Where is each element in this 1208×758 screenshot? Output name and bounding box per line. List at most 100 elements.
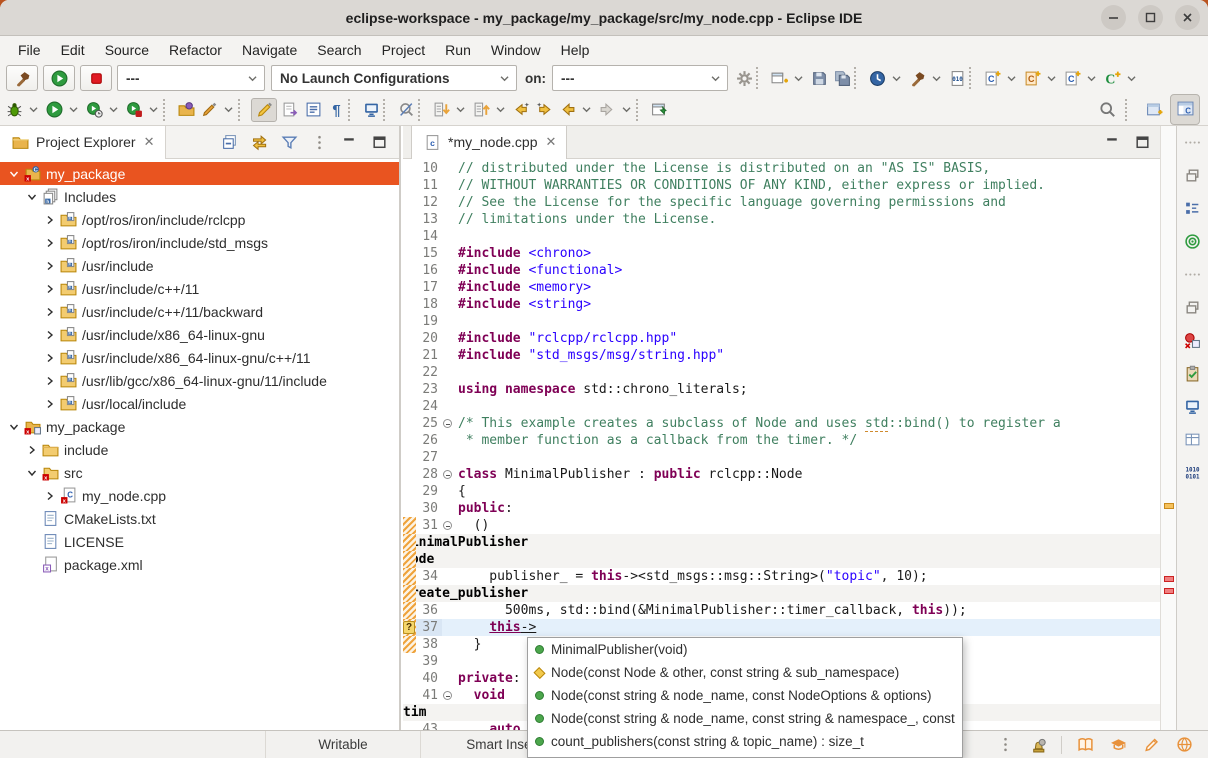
chevron-collapsed-icon[interactable] [42, 215, 58, 225]
code-line-28[interactable]: 28class MinimalPublisher : public rclcpp… [403, 466, 1160, 483]
error-marker[interactable] [1164, 588, 1174, 594]
mark-occurrences-icon[interactable] [199, 100, 219, 120]
problems-view-icon[interactable] [1183, 330, 1203, 350]
search-icon[interactable] [1097, 100, 1117, 120]
forward-icon[interactable] [597, 100, 617, 120]
titlebar[interactable]: eclipse-workspace - my_package/my_packag… [0, 0, 1208, 36]
chevron-collapsed-icon[interactable] [42, 353, 58, 363]
menu-project[interactable]: Project [372, 40, 436, 60]
chevron-down-icon[interactable] [107, 100, 121, 120]
chevron-down-icon[interactable] [494, 100, 508, 120]
project-tree[interactable]: Cxmy_packagehIncludesh/opt/ros/iron/incl… [0, 160, 399, 730]
chevron-collapsed-icon[interactable] [42, 491, 58, 501]
chevron-expanded-icon[interactable] [24, 192, 40, 202]
chevron-expanded-icon[interactable] [6, 422, 22, 432]
samples-hand-icon[interactable] [1028, 735, 1048, 755]
tree-item--usr-include[interactable]: h/usr/include [0, 254, 399, 277]
launch-target-combo[interactable]: --- [552, 65, 728, 91]
tree-item-include[interactable]: include [0, 438, 399, 461]
code-line-27[interactable]: 27 [403, 449, 1160, 466]
restore-pane-icon[interactable] [1183, 297, 1203, 317]
code-line-10[interactable]: 10// distributed under the License is di… [403, 160, 1160, 177]
menu-search[interactable]: Search [307, 40, 371, 60]
link-editor-icon[interactable] [249, 132, 269, 152]
code-line-15[interactable]: 15#include <chrono> [403, 245, 1160, 262]
launch-config-combo[interactable]: No Launch Configurations [271, 65, 517, 91]
maximize-icon[interactable] [1132, 132, 1152, 152]
new-cpp-class-icon[interactable]: C [1022, 68, 1042, 88]
completion-item[interactable]: count_subscribers(const string & topic_n… [528, 753, 962, 758]
completion-item[interactable]: Node(const Node & other, const string & … [528, 661, 962, 684]
stop-button[interactable] [80, 65, 112, 91]
menu-run[interactable]: Run [435, 40, 481, 60]
close-icon[interactable]: ✕ [142, 134, 155, 150]
code-line-14[interactable]: 14 [403, 228, 1160, 245]
docs-book-icon[interactable] [1075, 735, 1095, 755]
cpp-perspective-button[interactable]: C [1170, 94, 1200, 125]
code-line-22[interactable]: 22 [403, 364, 1160, 381]
code-line-24[interactable]: 24 [403, 398, 1160, 415]
chevron-down-icon[interactable] [890, 68, 904, 88]
format-icon[interactable] [303, 100, 323, 120]
prev-annotation-icon[interactable] [471, 100, 491, 120]
code-line-16[interactable]: 16#include <functional> [403, 262, 1160, 279]
code-line-30[interactable]: 30public: [403, 500, 1160, 517]
editor-tab-my-node[interactable]: c *my_node.cpp ✕ [411, 126, 567, 159]
show-whitespace-icon[interactable]: ¶ [326, 100, 346, 120]
fold-collapse-icon[interactable] [442, 466, 454, 483]
tree-item--opt-ros-iron-include-rclcpp[interactable]: h/opt/ros/iron/include/rclcpp [0, 208, 399, 231]
warning-marker[interactable] [1164, 503, 1174, 509]
chevron-down-icon[interactable] [1005, 68, 1019, 88]
search-decoration-icon[interactable] [396, 100, 416, 120]
tutorials-cap-icon[interactable] [1108, 735, 1128, 755]
code-line-36[interactable]: 36 500ms, std::bind(&MinimalPublisher::t… [403, 602, 1160, 619]
chevron-down-icon[interactable] [580, 100, 594, 120]
menu-refactor[interactable]: Refactor [159, 40, 232, 60]
close-window-button[interactable] [1175, 5, 1200, 30]
next-edit-location-icon[interactable] [534, 100, 554, 120]
drag-handle-icon[interactable] [1183, 264, 1203, 284]
run-button[interactable] [43, 65, 75, 91]
overview-ruler[interactable] [1160, 126, 1176, 730]
menu-file[interactable]: File [8, 40, 51, 60]
chevron-expanded-icon[interactable] [6, 169, 22, 179]
drag-handle-icon[interactable] [1183, 132, 1203, 152]
tree-item--usr-include-c-11[interactable]: h/usr/include/c++/11 [0, 277, 399, 300]
filter-icon[interactable] [279, 132, 299, 152]
outline-view-icon[interactable] [1183, 198, 1203, 218]
pin-editor-icon[interactable] [649, 100, 669, 120]
new-cpp-project-icon[interactable]: C [1102, 68, 1122, 88]
chevron-down-icon[interactable] [620, 100, 634, 120]
code-line-18[interactable]: 18#include <string> [403, 296, 1160, 313]
open-perspective-icon[interactable] [1144, 100, 1164, 120]
tree-item--usr-include-x86-64-linux-gnu[interactable]: h/usr/include/x86_64-linux-gnu [0, 323, 399, 346]
maximize-icon[interactable] [369, 132, 389, 152]
chevron-collapsed-icon[interactable] [42, 376, 58, 386]
chevron-down-icon[interactable] [1125, 68, 1139, 88]
chevron-down-icon[interactable] [1045, 68, 1059, 88]
tree-item-includes[interactable]: hIncludes [0, 185, 399, 208]
code-line-12[interactable]: 12// See the License for the specific la… [403, 194, 1160, 211]
whats-new-pencil-icon[interactable] [1141, 735, 1161, 755]
tree-item-my-package[interactable]: xmy_package [0, 415, 399, 438]
code-line-25[interactable]: 25/* This example creates a subclass of … [403, 415, 1160, 432]
tree-item--usr-include-x86-64-linux-gnu-c-11[interactable]: h/usr/include/x86_64-linux-gnu/c++/11 [0, 346, 399, 369]
tasks-view-icon[interactable] [1183, 363, 1203, 383]
shift-right-icon[interactable] [280, 100, 300, 120]
code-line-37[interactable]: ?37 this-> [403, 619, 1160, 636]
minimize-icon[interactable] [339, 132, 359, 152]
menu-edit[interactable]: Edit [51, 40, 95, 60]
profile-icon[interactable] [84, 100, 104, 120]
completion-item[interactable]: count_publishers(const string & topic_na… [528, 730, 962, 753]
web-resources-globe-icon[interactable] [1174, 735, 1194, 755]
menu-navigate[interactable]: Navigate [232, 40, 307, 60]
last-edit-location-icon[interactable] [511, 100, 531, 120]
chevron-collapsed-icon[interactable] [42, 330, 58, 340]
back-icon[interactable] [557, 100, 577, 120]
code-line-23[interactable]: 23using namespace std::chrono_literals; [403, 381, 1160, 398]
chevron-collapsed-icon[interactable] [42, 238, 58, 248]
chevron-down-icon[interactable] [792, 68, 806, 88]
fold-collapse-icon[interactable] [442, 687, 454, 704]
chevron-down-icon[interactable] [27, 100, 41, 120]
chevron-collapsed-icon[interactable] [42, 261, 58, 271]
